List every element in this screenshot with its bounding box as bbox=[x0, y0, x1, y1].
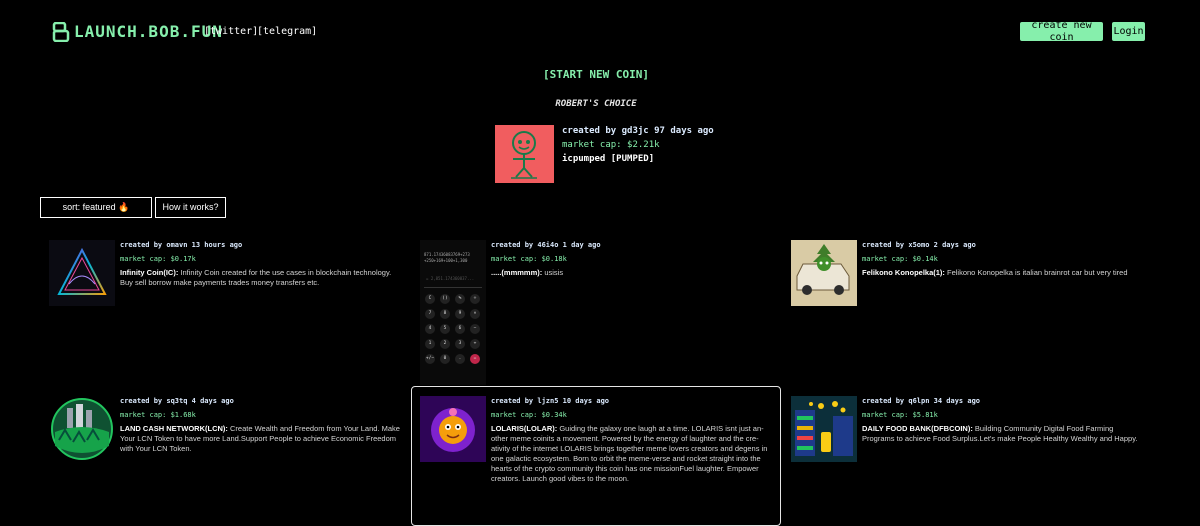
coin-name: Infinity Coin(IC): bbox=[120, 268, 179, 277]
coin-created-by[interactable]: created by 46i4o 1 day ago bbox=[491, 241, 601, 250]
coin-image-calculator[interactable]: 871.17436083769+273 +250+169+100+1,300 =… bbox=[420, 240, 486, 385]
featured-coin-name[interactable]: icpumped [PUMPED] bbox=[562, 153, 654, 165]
calc-key: 3 bbox=[455, 339, 465, 349]
coin-image-felikono[interactable] bbox=[791, 240, 857, 306]
calc-key: 7 bbox=[425, 309, 435, 319]
coin-name: LAND CASH NETWORK(LCN): bbox=[120, 424, 228, 433]
coin-desc-text: Felikono Konopelka is italian brainrot c… bbox=[944, 268, 1128, 277]
login-button[interactable]: Login bbox=[1112, 22, 1145, 41]
coin-market-cap: market cap: $0.18k bbox=[491, 255, 567, 263]
coin-description[interactable]: .....(mmmmm): usisis bbox=[491, 268, 771, 278]
how-it-works-button[interactable]: How it works? bbox=[155, 197, 226, 218]
calc-display-2: +250+169+100+1,300 bbox=[424, 258, 468, 263]
telegram-link[interactable]: [telegram] bbox=[257, 26, 317, 38]
calc-key: 2 bbox=[440, 339, 450, 349]
calc-key: 5 bbox=[440, 324, 450, 334]
calc-key: − bbox=[470, 324, 480, 334]
coin-image-food-bank[interactable] bbox=[791, 396, 857, 462]
coin-image-infinity[interactable] bbox=[49, 240, 115, 306]
coin-market-cap: market cap: $0.34k bbox=[491, 411, 567, 419]
coin-description[interactable]: LOLARIS(LOLAR): Guiding the galaxy one l… bbox=[491, 424, 771, 484]
coin-description[interactable]: LAND CASH NETWORK(LCN): Create Wealth an… bbox=[120, 424, 405, 454]
coin-name: DAILY FOOD BANK(DFBCOIN): bbox=[862, 424, 973, 433]
calc-key: × bbox=[470, 309, 480, 319]
coin-market-cap: market cap: $0.14k bbox=[862, 255, 938, 263]
calc-key: 1 bbox=[425, 339, 435, 349]
calc-key: +/− bbox=[425, 354, 435, 364]
coin-desc-text: usisis bbox=[542, 268, 564, 277]
coin-created-by[interactable]: created by x5omo 2 days ago bbox=[862, 241, 976, 250]
create-new-coin-button[interactable]: create new coin bbox=[1020, 20, 1103, 43]
coin-image-lolaris[interactable] bbox=[420, 396, 486, 462]
calc-key: 4 bbox=[425, 324, 435, 334]
coin-created-by[interactable]: created by q6lpn 34 days ago bbox=[862, 397, 980, 406]
coin-market-cap: market cap: $5.81k bbox=[862, 411, 938, 419]
coin-created-by[interactable]: created by omavn 13 hours ago bbox=[120, 241, 242, 250]
coin-description[interactable]: DAILY FOOD BANK(DFBCOIN): Building Commu… bbox=[862, 424, 1147, 444]
calc-result: = 2,851.174360837... bbox=[426, 276, 475, 281]
sort-button[interactable]: sort: featured 🔥 bbox=[40, 197, 152, 218]
coin-name: LOLARIS(LOLAR): bbox=[491, 424, 558, 433]
coin-name: .....(mmmmm): bbox=[491, 268, 543, 277]
calc-key: + bbox=[470, 339, 480, 349]
featured-created-by[interactable]: created by gd3jc 97 days ago bbox=[562, 125, 714, 137]
logo-icon[interactable] bbox=[52, 22, 70, 42]
coin-market-cap: market cap: $0.17k bbox=[120, 255, 196, 263]
calc-key: 9 bbox=[455, 309, 465, 319]
calc-key: () bbox=[440, 294, 450, 304]
featured-coin-image[interactable] bbox=[495, 125, 554, 183]
calc-display-1: 871.17436083769+273 bbox=[424, 252, 470, 257]
coin-created-by[interactable]: created by ljzn5 10 days ago bbox=[491, 397, 609, 406]
calc-key: = bbox=[470, 354, 480, 364]
coin-market-cap: market cap: $1.68k bbox=[120, 411, 196, 419]
coin-image-land-cash[interactable] bbox=[49, 396, 115, 462]
twitter-link[interactable]: [twitter] bbox=[204, 26, 258, 38]
calc-key: 8 bbox=[440, 309, 450, 319]
calc-key: 0 bbox=[440, 354, 450, 364]
featured-market-cap: market cap: $2.21k bbox=[562, 140, 660, 150]
calc-key: ÷ bbox=[470, 294, 480, 304]
coin-description[interactable]: Infinity Coin(IC): Infinity Coin created… bbox=[120, 268, 400, 288]
calc-key: . bbox=[455, 354, 465, 364]
calc-key: 6 bbox=[455, 324, 465, 334]
start-new-coin-link[interactable]: [START NEW COIN] bbox=[0, 68, 1192, 82]
calc-divider bbox=[424, 287, 482, 288]
coin-name: Felikono Konopelka(1): bbox=[862, 268, 945, 277]
calc-key: C bbox=[425, 294, 435, 304]
roberts-choice-title: ROBERT'S CHOICE bbox=[555, 99, 637, 109]
coin-created-by[interactable]: created by sq3tq 4 days ago bbox=[120, 397, 234, 406]
calc-key: % bbox=[455, 294, 465, 304]
coin-description[interactable]: Felikono Konopelka(1): Felikono Konopelk… bbox=[862, 268, 1152, 278]
logo-text[interactable]: LAUNCH.BOB.FUN bbox=[74, 22, 223, 42]
